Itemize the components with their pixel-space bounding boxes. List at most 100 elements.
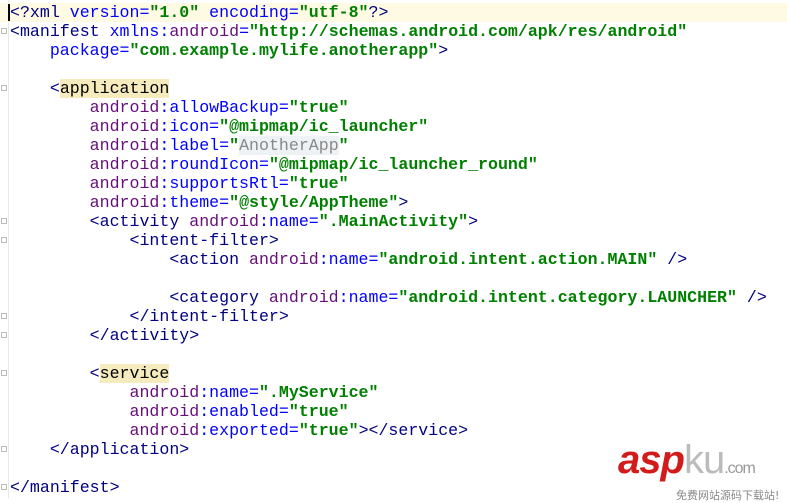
code-token: <action bbox=[169, 249, 249, 269]
code-line[interactable]: package="com.example.mylife.anotherapp"> bbox=[10, 41, 787, 60]
code-token: " bbox=[338, 135, 349, 155]
code-token: ></service> bbox=[358, 420, 469, 440]
code-line[interactable]: android:exported="true"></service> bbox=[10, 421, 787, 440]
code-line[interactable]: <category android:name="android.intent.c… bbox=[10, 288, 787, 307]
code-line[interactable]: </activity> bbox=[10, 326, 787, 345]
code-line[interactable] bbox=[10, 60, 787, 79]
code-line[interactable] bbox=[10, 345, 787, 364]
code-token: <manifest bbox=[10, 21, 110, 41]
code-token: <?xml bbox=[10, 2, 70, 22]
code-token: AnotherApp bbox=[239, 135, 339, 155]
code-token: :name= bbox=[258, 211, 319, 231]
code-token: ".MyService" bbox=[258, 382, 379, 402]
code-token: "true" bbox=[298, 420, 359, 440]
code-token: :name= bbox=[338, 287, 399, 307]
code-token: "@style/AppTheme" bbox=[229, 192, 399, 212]
code-token: > bbox=[398, 192, 409, 212]
code-token: :exported= bbox=[199, 420, 299, 440]
code-token: /> bbox=[736, 287, 767, 307]
code-token: :icon= bbox=[159, 116, 220, 136]
fold-marker-icon[interactable] bbox=[1, 85, 7, 91]
fold-marker-icon[interactable] bbox=[1, 28, 7, 34]
code-line[interactable]: android:theme="@style/AppTheme"> bbox=[10, 193, 787, 212]
code-line[interactable]: android:enabled="true" bbox=[10, 402, 787, 421]
code-token: "1.0" bbox=[149, 2, 200, 22]
fold-marker-icon[interactable] bbox=[1, 218, 7, 224]
watermark-brand-ku: ku bbox=[683, 438, 725, 482]
code-token: :theme= bbox=[159, 192, 230, 212]
code-line[interactable]: <manifest xmlns:android="http://schemas.… bbox=[10, 22, 787, 41]
code-line[interactable]: android:roundIcon="@mipmap/ic_launcher_r… bbox=[10, 155, 787, 174]
watermark-logo: aspku.com 免费网站源码下载站! bbox=[618, 438, 787, 502]
watermark-domain: .com bbox=[724, 460, 756, 477]
fold-marker-icon[interactable] bbox=[1, 313, 7, 319]
code-line[interactable] bbox=[10, 269, 787, 288]
code-token: android bbox=[169, 21, 240, 41]
code-token: android bbox=[249, 249, 319, 269]
code-token: android bbox=[89, 192, 160, 212]
code-token: ?> bbox=[368, 2, 389, 22]
code-line[interactable]: android:allowBackup="true" bbox=[10, 98, 787, 117]
code-token: "http://schemas.android.com/apk/res/andr… bbox=[249, 21, 688, 41]
code-line[interactable]: <activity android:name=".MainActivity"> bbox=[10, 212, 787, 231]
code-token: android bbox=[89, 116, 160, 136]
code-line[interactable]: android:icon="@mipmap/ic_launcher" bbox=[10, 117, 787, 136]
code-token: <intent-filter> bbox=[129, 230, 279, 250]
watermark-brand: asp bbox=[618, 438, 685, 482]
code-token: android bbox=[89, 173, 160, 193]
code-editor[interactable]: <?xml version="1.0" encoding="utf-8"?> <m… bbox=[0, 2, 787, 497]
code-token: :name= bbox=[199, 382, 259, 402]
code-line[interactable]: android:label="AnotherApp" bbox=[10, 135, 787, 155]
code-token: android bbox=[129, 382, 200, 402]
code-token: :name= bbox=[318, 249, 379, 269]
code-token: = bbox=[239, 21, 250, 41]
code-token: :enabled= bbox=[199, 401, 289, 421]
code-token: application bbox=[59, 78, 170, 98]
code-line[interactable]: android:supportsRtl="true" bbox=[10, 174, 787, 193]
code-token: "true" bbox=[288, 401, 349, 421]
code-token: encoding= bbox=[199, 2, 299, 22]
code-token: "android.intent.action.MAIN" bbox=[378, 249, 658, 269]
code-token: android bbox=[189, 211, 259, 231]
code-line[interactable]: <intent-filter> bbox=[10, 231, 787, 250]
code-token: /> bbox=[657, 249, 688, 269]
code-line[interactable]: <application bbox=[10, 78, 787, 98]
code-token: <activity bbox=[89, 211, 190, 231]
code-token: :label= bbox=[159, 135, 230, 155]
code-token: service bbox=[99, 363, 170, 383]
editor-gutter bbox=[0, 0, 9, 498]
fold-marker-icon[interactable] bbox=[1, 237, 7, 243]
watermark-slogan: 免费网站源码下载站! bbox=[676, 489, 780, 502]
fold-marker-icon[interactable] bbox=[1, 370, 7, 376]
code-line[interactable]: <?xml version="1.0" encoding="utf-8"?> bbox=[0, 2, 787, 22]
code-line[interactable]: <service bbox=[10, 363, 787, 383]
code-line[interactable]: android:name=".MyService" bbox=[10, 383, 787, 402]
code-token: "com.example.mylife.anotherapp" bbox=[129, 40, 439, 60]
code-line[interactable]: </intent-filter> bbox=[10, 307, 787, 326]
fold-marker-icon[interactable] bbox=[1, 332, 7, 338]
fold-marker-icon[interactable] bbox=[1, 484, 7, 490]
code-token: android bbox=[129, 401, 200, 421]
code-line[interactable]: <action android:name="android.intent.act… bbox=[10, 250, 787, 269]
code-token: "utf-8" bbox=[298, 2, 369, 22]
code-token: < bbox=[49, 78, 60, 98]
code-token: android bbox=[268, 287, 339, 307]
code-token: android bbox=[89, 97, 160, 117]
fold-marker-icon[interactable] bbox=[1, 446, 7, 452]
code-token: :roundIcon= bbox=[159, 154, 269, 174]
